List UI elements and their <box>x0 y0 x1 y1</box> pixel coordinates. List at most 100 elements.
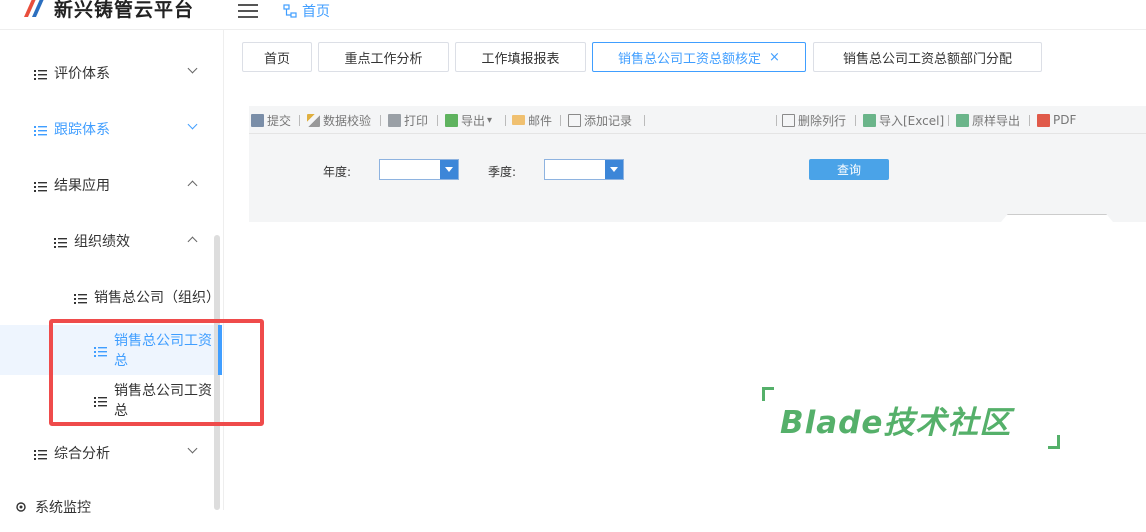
sidebar-item-evaluation[interactable]: 评价体系 <box>0 48 220 98</box>
tab-key-work[interactable]: 重点工作分析 <box>318 42 449 72</box>
tab-label: 销售总公司工资总额部门分配 <box>842 51 1012 67</box>
tab-label: 首页 <box>263 51 290 67</box>
close-icon[interactable]: × <box>769 50 780 65</box>
delete-row-icon <box>782 113 795 127</box>
wand-icon <box>307 113 320 127</box>
submit-label: 提交 <box>267 113 292 128</box>
sidebar-item-label: 综合分析 <box>54 446 110 462</box>
sidebar: 评价体系 跟踪体系 结果应用 组织绩效 销售总公司（组织） 销售总公司工资总 销… <box>0 30 224 516</box>
toolbar-divider <box>505 115 506 126</box>
sidebar-item-monitor[interactable]: 系统监控 <box>0 482 220 532</box>
toolbar-divider <box>299 115 300 126</box>
app-title: 新兴铸管云平台 <box>54 0 195 21</box>
sidebar-item-label: 结果应用 <box>54 178 110 194</box>
app-logo[interactable]: 新兴铸管云平台 <box>22 0 194 23</box>
sidebar-item-org-performance[interactable]: 组织绩效 <box>0 216 220 266</box>
breadcrumb-home[interactable]: 首页 <box>283 1 330 21</box>
toolbar-divider <box>560 115 561 126</box>
export-icon <box>445 113 458 127</box>
watermark-text: Blade技术社区 <box>780 405 1012 441</box>
add-record-button[interactable]: 添加记录 <box>568 112 632 128</box>
list-icon <box>54 236 67 248</box>
toolbar-divider <box>644 115 645 126</box>
list-icon <box>34 68 47 80</box>
toolbar-divider <box>437 115 438 126</box>
list-icon <box>34 124 47 136</box>
menu-toggle-icon[interactable] <box>238 0 258 18</box>
sitemap-icon <box>283 4 297 18</box>
toolbar-divider <box>1029 115 1030 126</box>
tab-label: 工作填报报表 <box>481 51 560 67</box>
sidebar-item-label: 系统监控 <box>35 500 91 516</box>
query-button[interactable]: 查询 <box>809 159 889 180</box>
watermark: Blade技术社区 <box>762 387 1062 451</box>
dropdown-arrow-icon[interactable] <box>605 160 623 179</box>
pdf-button[interactable]: PDF <box>1037 112 1076 128</box>
import-excel-label: 导入[Excel] <box>879 113 945 128</box>
export-label: 导出 <box>461 113 486 128</box>
toolbar-divider <box>380 115 381 126</box>
tab-label: 重点工作分析 <box>344 51 423 67</box>
list-icon <box>74 292 87 304</box>
excel-icon <box>956 113 969 127</box>
sidebar-item-results[interactable]: 结果应用 <box>0 160 220 210</box>
tab-bar: 首页 重点工作分析 工作填报报表 销售总公司工资总额核定 × 销售总公司工资总额… <box>234 38 1146 78</box>
toolbar-divider <box>948 115 949 126</box>
sidebar-item-label: 跟踪体系 <box>54 122 110 138</box>
submit-button[interactable]: 提交 <box>251 112 291 128</box>
list-icon <box>34 448 47 460</box>
tab-work-report[interactable]: 工作填报报表 <box>455 42 586 72</box>
chevron-down-icon: ▾ <box>487 114 493 126</box>
toolbar-divider <box>855 115 856 126</box>
import-excel-button[interactable]: 导入[Excel] <box>863 112 944 128</box>
watermark-corner <box>762 387 774 401</box>
mail-button[interactable]: 邮件 <box>512 112 552 128</box>
breadcrumb-home-label: 首页 <box>302 4 330 20</box>
chevron-up-icon <box>187 236 198 247</box>
mail-icon <box>512 115 525 125</box>
collapse-handle[interactable] <box>1001 214 1113 222</box>
annotation-highlight-box <box>49 319 264 426</box>
year-select[interactable] <box>379 159 459 180</box>
excel-icon <box>863 113 876 127</box>
top-header: 新兴铸管云平台 首页 <box>0 0 1146 30</box>
export-original-button[interactable]: 原样导出 <box>956 112 1020 128</box>
delete-row-button[interactable]: 删除列行 <box>782 112 846 128</box>
tab-salary-approval[interactable]: 销售总公司工资总额核定 × <box>592 42 806 72</box>
printer-icon <box>388 113 401 127</box>
sidebar-item-label: 组织绩效 <box>74 234 130 250</box>
sidebar-item-label: 评价体系 <box>54 66 110 82</box>
export-original-label: 原样导出 <box>972 113 1021 128</box>
export-button[interactable]: 导出 ▾ <box>445 112 492 128</box>
print-button[interactable]: 打印 <box>388 112 428 128</box>
brand-logo-icon <box>22 0 48 19</box>
list-icon <box>34 180 47 192</box>
watermark-corner <box>1048 435 1060 449</box>
dropdown-arrow-icon[interactable] <box>440 160 458 179</box>
chevron-down-icon <box>187 119 198 130</box>
sidebar-item-analysis[interactable]: 综合分析 <box>0 428 220 478</box>
report-toolbar: 提交 数据校验 打印 导出 ▾ 邮件 添加记录 删除列行 导入[Excel] 原… <box>249 106 1146 134</box>
chevron-down-icon <box>187 63 198 74</box>
toolbar-divider <box>776 115 777 126</box>
tab-label: 销售总公司工资总额核定 <box>618 51 762 67</box>
chevron-down-icon <box>187 443 198 454</box>
pdf-label: PDF <box>1053 113 1077 127</box>
delete-row-label: 删除列行 <box>798 113 847 128</box>
gear-icon <box>14 500 28 514</box>
sidebar-item-tracking[interactable]: 跟踪体系 <box>0 104 220 154</box>
pdf-icon <box>1037 113 1050 127</box>
sidebar-item-label: 销售总公司（组织） <box>94 290 220 306</box>
sidebar-item-sales-org[interactable]: 销售总公司（组织） <box>0 272 220 322</box>
year-label: 年度: <box>323 165 352 179</box>
validate-button[interactable]: 数据校验 <box>307 112 371 128</box>
tab-salary-allocation[interactable]: 销售总公司工资总额部门分配 <box>813 42 1042 72</box>
tab-home[interactable]: 首页 <box>242 42 312 72</box>
add-row-icon <box>568 113 581 127</box>
chevron-up-icon <box>187 180 198 191</box>
mail-label: 邮件 <box>528 113 553 128</box>
season-label: 季度: <box>488 165 517 179</box>
save-icon <box>251 113 264 127</box>
season-select[interactable] <box>544 159 624 180</box>
validate-label: 数据校验 <box>323 113 372 128</box>
